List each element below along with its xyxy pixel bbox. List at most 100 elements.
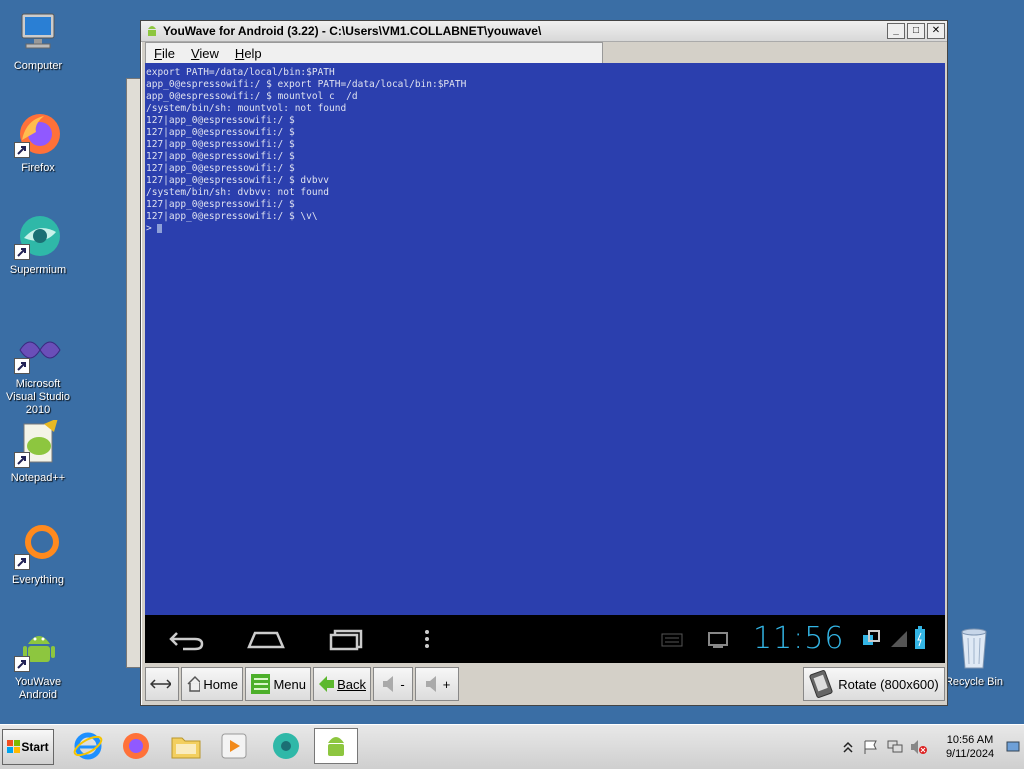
- keyboard-icon: [661, 633, 683, 647]
- start-button[interactable]: Start: [2, 729, 54, 765]
- terminal-output[interactable]: export PATH=/data/local/bin:$PATH app_0@e…: [145, 63, 945, 613]
- back-label: Back: [337, 676, 366, 692]
- rotate-device-icon: [809, 670, 833, 698]
- terminal-line: 127|app_0@espressowifi:/ $: [146, 151, 295, 162]
- recycle-bin-icon: [950, 624, 998, 672]
- terminal-line: /system/bin/sh: dvbvv: not found: [146, 187, 330, 198]
- show-hidden-icons-icon[interactable]: [842, 740, 854, 754]
- rotate-button[interactable]: Rotate (800x600): [803, 667, 945, 701]
- window-title: YouWave for Android (3.22) - C:\Users\VM…: [163, 24, 542, 38]
- desktop-icon-label: Computer: [13, 60, 63, 72]
- desktop-icon-label: Everything: [12, 574, 64, 586]
- close-button[interactable]: ✕: [927, 23, 945, 39]
- screen-icon: [708, 632, 728, 648]
- terminal-line: 127|app_0@espressowifi:/ $: [146, 115, 295, 126]
- desktop-icon-youwave[interactable]: YouWave Android: [0, 624, 76, 702]
- taskbar-supermium[interactable]: [264, 728, 308, 764]
- terminal-line: 127|app_0@espressowifi:/ $: [146, 163, 295, 174]
- youwave-android-icon: [328, 737, 344, 756]
- desktop-icon-label: Supermium: [9, 264, 67, 276]
- resize-button[interactable]: [145, 667, 179, 701]
- desktop-icon-label: YouWave Android: [14, 676, 62, 701]
- start-label: Start: [21, 740, 49, 754]
- android-app-icon: [145, 23, 159, 40]
- shortcut-arrow-icon: [14, 244, 30, 260]
- desktop-icon-label: Firefox: [21, 162, 55, 174]
- android-recents-icon[interactable]: [329, 627, 365, 651]
- back-button[interactable]: Back: [313, 667, 371, 701]
- home-button[interactable]: Home: [181, 667, 243, 701]
- windows-logo-icon: [7, 740, 21, 753]
- terminal-line: 127|app_0@espressowifi:/ $: [146, 139, 295, 150]
- supermium-icon: [273, 733, 299, 759]
- android-home-icon[interactable]: [247, 629, 285, 649]
- folder-icon: [171, 737, 201, 759]
- notepad-plus-plus-icon: [14, 418, 62, 468]
- system-tray: 10:56 AM 9/11/2024: [842, 725, 1024, 769]
- taskbar-youwave[interactable]: [314, 728, 358, 764]
- taskbar: Start 10:56 AM 9/11/2024: [0, 724, 1024, 769]
- android-nav-bar: 11:56: [145, 615, 945, 663]
- shortcut-arrow-icon: [14, 554, 30, 570]
- shortcut-arrow-icon: [14, 656, 30, 672]
- desktop-icon-notepad-plus-plus[interactable]: Notepad++: [0, 418, 76, 485]
- minimize-button[interactable]: _: [887, 23, 905, 39]
- network-icon[interactable]: [886, 739, 904, 755]
- visual-studio-icon: [14, 326, 62, 374]
- taskbar-media-player[interactable]: [212, 728, 256, 764]
- desktop-icon-everything[interactable]: Everything: [0, 522, 76, 587]
- menu-file[interactable]: File: [146, 46, 183, 61]
- media-player-icon: [221, 733, 247, 759]
- desktop-icon-label: Notepad++: [10, 472, 66, 484]
- speaker-icon: [425, 676, 436, 692]
- android-overflow-menu-icon[interactable]: [423, 627, 431, 651]
- desktop-icon-firefox[interactable]: Firefox: [0, 110, 76, 175]
- taskbar-internet-explorer[interactable]: [66, 728, 110, 764]
- desktop: { "desktop_icons": [ {"label": "Computer…: [0, 0, 1024, 769]
- computer-icon: [14, 8, 62, 56]
- firefox-icon: [123, 733, 149, 759]
- terminal-line: 127|app_0@espressowifi:/ $ dvbvv: [146, 175, 330, 186]
- menu-button[interactable]: Menu: [245, 667, 311, 701]
- desktop-icon-visual-studio[interactable]: Microsoft Visual Studio 2010: [0, 326, 76, 417]
- terminal-line: app_0@espressowifi:/ $ export PATH=/data…: [146, 79, 467, 90]
- battery-icon: [915, 626, 925, 649]
- youwave-window: YouWave for Android (3.22) - C:\Users\VM…: [140, 20, 948, 706]
- desktop-icon-label: Microsoft Visual Studio 2010: [5, 378, 70, 416]
- window-titlebar[interactable]: YouWave for Android (3.22) - C:\Users\VM…: [141, 21, 947, 42]
- terminal-line: app_0@espressowifi:/ $ mountvol c /d: [146, 91, 358, 102]
- terminal-cursor: [157, 224, 163, 233]
- sync-icon: [863, 630, 880, 645]
- shortcut-arrow-icon: [14, 142, 30, 158]
- volume-muted-icon[interactable]: [910, 739, 928, 755]
- taskbar-file-explorer[interactable]: [164, 728, 208, 764]
- shortcut-arrow-icon: [14, 358, 30, 374]
- tray-date: 9/11/2024: [945, 748, 995, 760]
- terminal-prompt-line: >: [146, 223, 945, 235]
- volume-up-button[interactable]: +: [415, 667, 459, 701]
- double-arrow-icon: [150, 679, 171, 689]
- clock-area[interactable]: 10:56 AM 9/11/2024: [934, 733, 1006, 761]
- menu-bar: File View Help: [145, 42, 603, 64]
- desktop-icon-supermium[interactable]: Supermium: [0, 212, 76, 277]
- volume-down-button[interactable]: -: [373, 667, 413, 701]
- action-center-flag-icon[interactable]: [862, 739, 880, 755]
- desktop-icon-computer[interactable]: Computer: [0, 8, 76, 73]
- terminal-prompt: >: [146, 223, 158, 234]
- taskbar-firefox[interactable]: [114, 728, 158, 764]
- maximize-button[interactable]: □: [907, 23, 925, 39]
- volume-down-label: -: [400, 676, 405, 692]
- supermium-icon: [14, 212, 62, 260]
- home-label: Home: [203, 676, 238, 692]
- menu-help[interactable]: Help: [227, 46, 270, 61]
- shortcut-arrow-icon: [14, 452, 30, 468]
- house-icon: [187, 675, 201, 692]
- terminal-line: 127|app_0@espressowifi:/ $: [146, 199, 295, 210]
- firefox-icon: [14, 110, 62, 158]
- internet-explorer-icon: [73, 732, 103, 760]
- android-screen[interactable]: export PATH=/data/local/bin:$PATH app_0@e…: [145, 63, 945, 663]
- menu-view[interactable]: View: [183, 46, 227, 61]
- terminal-line: 127|app_0@espressowifi:/ $: [146, 127, 295, 138]
- android-back-icon[interactable]: [169, 627, 205, 651]
- show-desktop-icon[interactable]: [1006, 740, 1020, 754]
